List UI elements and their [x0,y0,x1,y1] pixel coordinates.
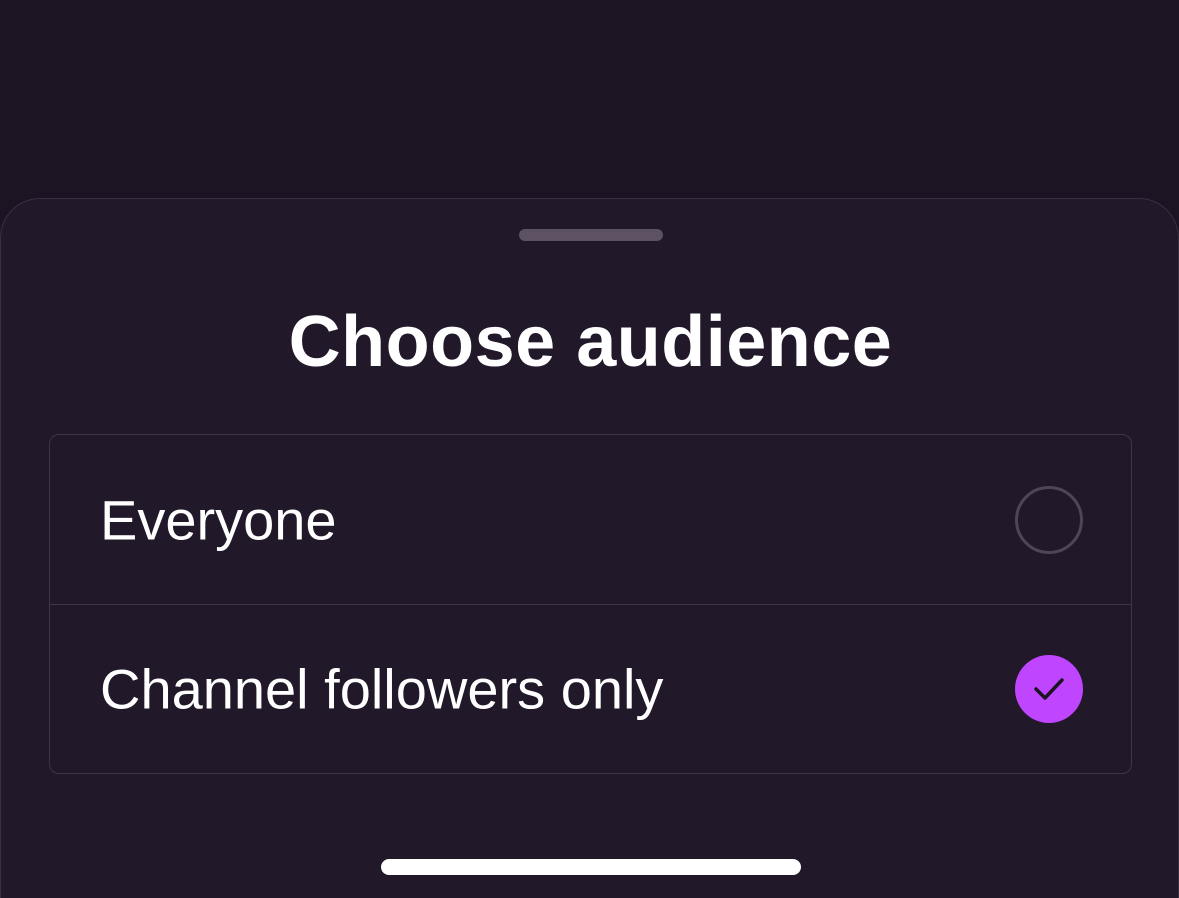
option-label: Channel followers only [100,657,664,720]
audience-bottom-sheet: Choose audience Everyone Channel followe… [0,198,1179,898]
radio-unselected-icon[interactable] [1015,485,1083,554]
home-indicator [381,859,801,875]
sheet-title: Choose audience [288,302,893,382]
option-channel-followers-only[interactable]: Channel followers only [50,604,1131,773]
audience-options-list: Everyone Channel followers only [49,434,1132,774]
checkmark-icon [1034,677,1064,700]
radio-selected-icon[interactable] [1015,654,1083,723]
sheet-grabber[interactable] [519,229,663,241]
option-label: Everyone [100,488,337,551]
option-everyone[interactable]: Everyone [50,435,1131,605]
